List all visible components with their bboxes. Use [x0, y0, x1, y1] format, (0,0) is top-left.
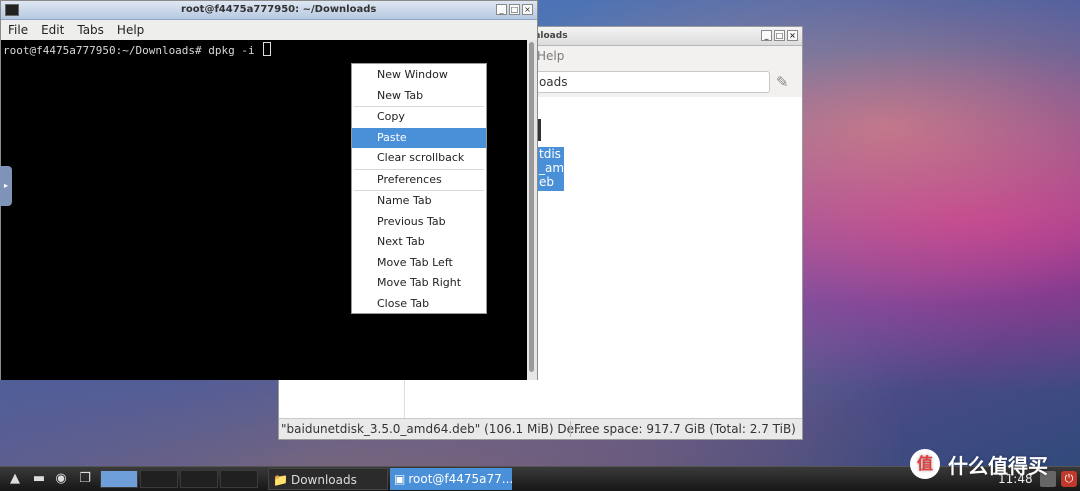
minimize-button[interactable]: _	[761, 30, 772, 41]
close-button[interactable]: ×	[522, 4, 533, 15]
terminal-titlebar[interactable]: root@f4475a777950: ~/Downloads _ □ ×	[1, 1, 537, 20]
desktop-pager-1[interactable]	[100, 470, 138, 488]
scrollbar-thumb[interactable]	[529, 42, 534, 372]
file-manager-title: nloads	[534, 31, 568, 41]
desktop-pager-4[interactable]	[220, 470, 258, 488]
taskbar-item-downloads[interactable]: 📁 Downloads	[268, 468, 388, 490]
minimize-button[interactable]: _	[496, 4, 507, 15]
menu-item-move-tab-left[interactable]: Move Tab Left	[352, 253, 486, 274]
watermark-badge: 值	[910, 449, 940, 479]
menu-item-preferences[interactable]: Preferences	[352, 170, 486, 191]
desktop-pager-3[interactable]	[180, 470, 218, 488]
statusbar: "baidunetdisk_3.5.0_amd64.deb" (106.1 Mi…	[279, 418, 802, 439]
taskbar-item-terminal[interactable]: ▣ root@f4475a77...	[390, 468, 512, 490]
maximize-button[interactable]: □	[774, 30, 785, 41]
menu-edit[interactable]: Edit	[34, 20, 70, 40]
power-icon[interactable]: ⏻	[1061, 471, 1077, 487]
terminal-prompt: root@f4475a777950:~/Downloads# dpkg -i	[3, 44, 262, 57]
menu-item-previous-tab[interactable]: Previous Tab	[352, 212, 486, 233]
menu-item-move-tab-right[interactable]: Move Tab Right	[352, 273, 486, 294]
status-file-info: "baidunetdisk_3.5.0_amd64.deb" (106.1 Mi…	[281, 422, 586, 436]
menu-item-new-window[interactable]: New Window	[352, 65, 486, 86]
path-input[interactable]: nloads	[523, 71, 770, 93]
maximize-button[interactable]: □	[509, 4, 520, 15]
status-divider	[570, 421, 571, 437]
selected-file-label[interactable]: tdis _am eb	[537, 147, 564, 191]
window-switch-icon[interactable]: ❐	[76, 471, 94, 487]
side-panel-handle[interactable]: ▸	[0, 166, 12, 206]
close-button[interactable]: ×	[787, 30, 798, 41]
menu-item-new-tab[interactable]: New Tab	[352, 86, 486, 107]
menu-file[interactable]: File	[1, 20, 34, 40]
menu-help[interactable]: Help	[110, 20, 150, 40]
clear-path-icon[interactable]: ✎	[776, 73, 789, 91]
start-menu-icon[interactable]: ▲	[4, 471, 26, 487]
text-cursor	[263, 42, 272, 56]
menu-item-clear-scrollback[interactable]: Clear scrollback	[352, 148, 486, 169]
context-menu: New Window New Tab Copy Paste Clear scro…	[351, 63, 487, 314]
terminal-title: root@f4475a777950: ~/Downloads	[181, 4, 377, 15]
watermark-text: 什么值得买	[948, 453, 1048, 478]
terminal-menubar: File Edit Tabs Help	[1, 20, 537, 41]
menu-item-close-tab[interactable]: Close Tab	[352, 294, 486, 315]
desktop-pager-2[interactable]	[140, 470, 178, 488]
menu-tabs[interactable]: Tabs	[70, 20, 110, 40]
menu-item-paste[interactable]: Paste	[352, 127, 486, 148]
menu-help[interactable]: Help	[537, 46, 564, 66]
terminal-app-icon	[5, 4, 19, 16]
folder-icon: 📁	[273, 473, 288, 487]
watermark-logo: 值 什么值得买	[910, 448, 1048, 480]
terminal-scrollbar[interactable]	[527, 40, 537, 380]
menu-item-name-tab[interactable]: Name Tab	[352, 191, 486, 212]
menu-item-next-tab[interactable]: Next Tab	[352, 232, 486, 253]
show-desktop-icon[interactable]: ▬	[30, 471, 48, 487]
status-free-space: Free space: 917.7 GiB (Total: 2.7 TiB)	[574, 422, 796, 436]
web-browser-icon[interactable]: ◉	[52, 471, 70, 487]
terminal-icon: ▣	[394, 472, 406, 486]
menu-item-copy[interactable]: Copy	[352, 107, 486, 128]
